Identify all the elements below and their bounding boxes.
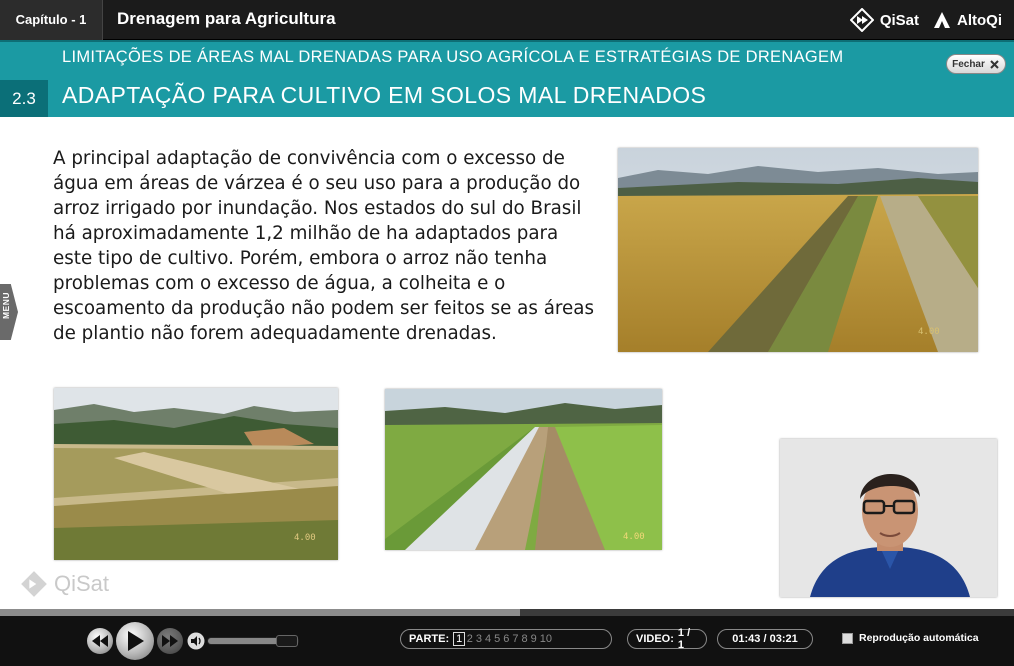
qisat-watermark-text: QiSat	[54, 571, 110, 596]
section-super-title: LIMITAÇÕES DE ÁREAS MAL DRENADAS PARA US…	[62, 48, 844, 66]
header-accent-line	[0, 40, 1014, 42]
rewind-button[interactable]	[87, 628, 113, 654]
part-3-button[interactable]: 3	[474, 633, 483, 645]
side-menu-label: MENU	[1, 292, 11, 320]
green-rice-canal-photo: 4.00	[385, 389, 662, 550]
playback-progress-fill	[0, 609, 521, 616]
green-photo-stamp: 4.00	[623, 532, 645, 542]
time-value: 01:43 / 03:21	[732, 633, 798, 645]
altoqi-logo-text: AltoQi	[957, 11, 1002, 29]
rice-photo-stamp: 4.00	[918, 327, 940, 337]
part-9-button[interactable]: 9	[529, 633, 538, 645]
play-button[interactable]	[116, 622, 154, 660]
volume-button[interactable]	[186, 631, 206, 651]
altoqi-logo: AltoQi	[933, 11, 1002, 29]
close-button[interactable]: Fechar	[946, 54, 1006, 74]
part-10-button[interactable]: 10	[538, 633, 553, 645]
altoqi-logo-icon	[934, 12, 950, 28]
playback-progress-bar[interactable]	[0, 609, 1014, 616]
chapter-label: Capítulo - 1	[0, 0, 103, 40]
fast-forward-icon	[162, 635, 178, 647]
parts-label: PARTE:	[409, 633, 450, 645]
parts-selector: PARTE: 1 2 3 4 5 6 7 8 9 10	[400, 629, 612, 649]
part-6-button[interactable]: 6	[502, 633, 511, 645]
field-photo-stamp: 4.00	[294, 533, 316, 543]
play-icon	[128, 631, 144, 651]
qisat-logo: QiSat	[849, 8, 919, 32]
part-4-button[interactable]: 4	[484, 633, 493, 645]
qisat-logo-text: QiSat	[879, 11, 919, 29]
drained-field-photo: 4.00	[54, 388, 338, 560]
top-bar: Capítulo - 1 Drenagem para Agricultura Q…	[0, 0, 1014, 40]
close-button-label: Fechar	[952, 58, 985, 70]
part-8-button[interactable]: 8	[520, 633, 529, 645]
speaker-icon	[187, 632, 205, 650]
side-menu-tab[interactable]: MENU	[0, 284, 18, 340]
close-icon	[990, 59, 999, 69]
part-5-button[interactable]: 5	[493, 633, 502, 645]
volume-slider-handle[interactable]	[276, 635, 298, 647]
part-7-button[interactable]: 7	[511, 633, 520, 645]
rewind-icon	[92, 635, 108, 647]
time-display: 01:43 / 03:21	[717, 629, 813, 649]
qisat-watermark-icon	[21, 571, 47, 597]
fast-forward-button[interactable]	[157, 628, 183, 654]
parts-list: 1 2 3 4 5 6 7 8 9 10	[453, 632, 553, 646]
autoplay-toggle[interactable]: Reprodução automática	[842, 632, 979, 644]
video-indicator: VIDEO: 1 / 1	[627, 627, 707, 651]
course-title: Drenagem para Agricultura	[117, 9, 336, 28]
player-controls: PARTE: 1 2 3 4 5 6 7 8 9 10 VIDEO: 1 / 1 01:43 / …	[0, 616, 1014, 666]
lesson-paragraph: A principal adaptação de convivência com…	[53, 148, 594, 344]
presenter-video	[780, 439, 997, 597]
video-value: 1 / 1	[677, 627, 691, 651]
rice-field-photo: 4.00	[618, 148, 978, 352]
qisat-watermark: QiSat	[20, 570, 109, 598]
autoplay-checkbox[interactable]	[842, 632, 853, 644]
brand-logos: QiSat AltoQi	[849, 0, 1002, 40]
qisat-logo-icon	[849, 8, 874, 32]
section-title: ADAPTAÇÃO PARA CULTIVO EM SOLOS MAL DREN…	[62, 82, 707, 108]
lesson-window: Capítulo - 1 Drenagem para Agricultura Q…	[0, 0, 1014, 666]
autoplay-label: Reprodução automática	[859, 632, 979, 644]
video-label: VIDEO:	[636, 633, 674, 645]
part-1-button[interactable]: 1	[453, 632, 466, 646]
section-number: 2.3	[0, 80, 48, 117]
